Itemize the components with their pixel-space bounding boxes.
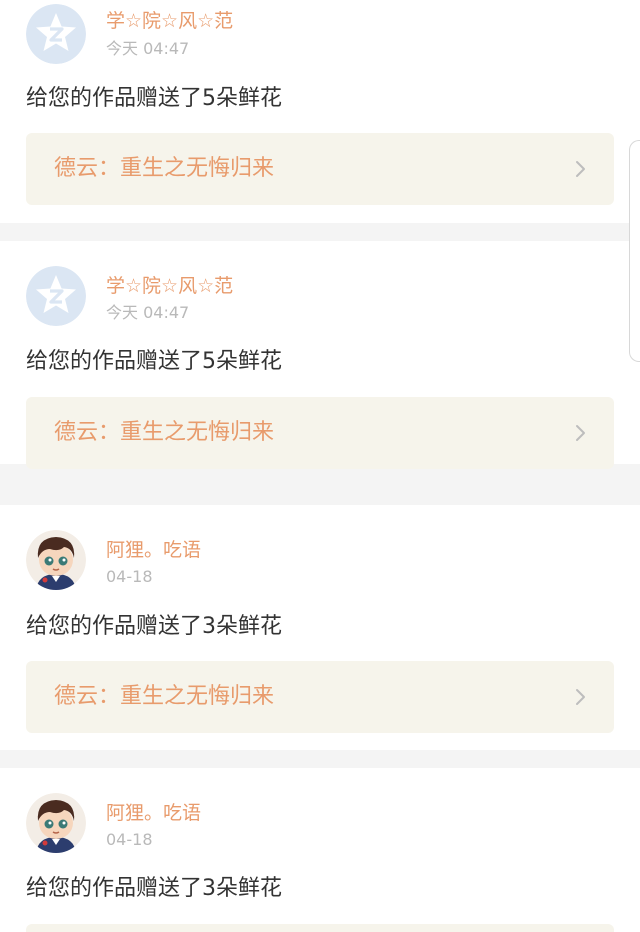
- username[interactable]: 学☆院☆风☆范: [106, 273, 233, 299]
- timestamp: 04-18: [106, 567, 153, 586]
- gift-message: 给您的作品赠送了3朵鲜花: [26, 614, 282, 639]
- notification-card: 学☆院☆风☆范 今天 04:47 给您的作品赠送了5朵鲜花 德云：重生之无悔归来: [0, 241, 640, 469]
- work-link[interactable]: [26, 924, 614, 932]
- scroll-handle[interactable]: [629, 140, 640, 362]
- notification-card: 阿狸。吃语 04-18 给您的作品赠送了3朵鲜花 德云：重生之无悔归来: [0, 505, 640, 750]
- notification-card: 学☆院☆风☆范 今天 04:47 给您的作品赠送了5朵鲜花 德云：重生之无悔归来: [0, 0, 640, 223]
- timestamp: 今天 04:47: [106, 303, 190, 322]
- gift-message: 给您的作品赠送了5朵鲜花: [26, 86, 282, 111]
- chevron-right-icon: [576, 425, 585, 441]
- timestamp: 04-18: [106, 830, 153, 849]
- timestamp: 今天 04:47: [106, 39, 190, 58]
- qq-default-avatar-icon: [26, 4, 86, 64]
- username[interactable]: 阿狸。吃语: [106, 800, 201, 826]
- work-title: 德云：重生之无悔归来: [54, 684, 275, 709]
- cartoon-boy-avatar-icon: [26, 793, 86, 853]
- work-link[interactable]: 德云：重生之无悔归来: [26, 397, 614, 469]
- avatar[interactable]: [26, 793, 86, 853]
- gift-message: 给您的作品赠送了5朵鲜花: [26, 349, 282, 374]
- chevron-right-icon: [576, 689, 585, 705]
- gift-message: 给您的作品赠送了3朵鲜花: [26, 876, 282, 901]
- avatar[interactable]: [26, 266, 86, 326]
- username[interactable]: 学☆院☆风☆范: [106, 8, 233, 34]
- qq-default-avatar-icon: [26, 266, 86, 326]
- cartoon-boy-avatar-icon: [26, 530, 86, 590]
- notification-card: 阿狸。吃语 04-18 给您的作品赠送了3朵鲜花: [0, 768, 640, 932]
- avatar[interactable]: [26, 530, 86, 590]
- work-link[interactable]: 德云：重生之无悔归来: [26, 661, 614, 733]
- chevron-right-icon: [576, 161, 585, 177]
- avatar[interactable]: [26, 4, 86, 64]
- work-title: 德云：重生之无悔归来: [54, 156, 275, 181]
- work-link[interactable]: 德云：重生之无悔归来: [26, 133, 614, 205]
- username[interactable]: 阿狸。吃语: [106, 537, 201, 563]
- work-title: 德云：重生之无悔归来: [54, 420, 275, 445]
